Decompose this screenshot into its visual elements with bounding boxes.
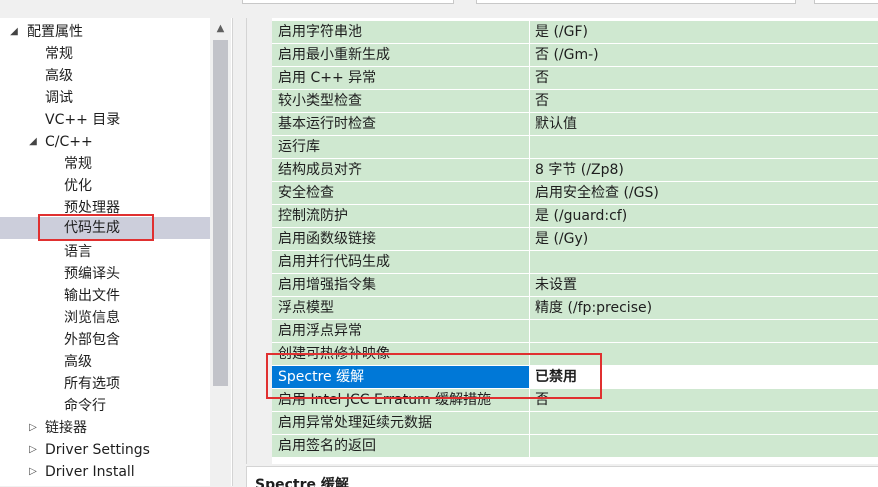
scrollbar-thumb[interactable] xyxy=(213,40,228,386)
property-row[interactable]: 启用 C++ 异常否 xyxy=(272,67,878,90)
tree-item-cpp-general[interactable]: 常规 xyxy=(0,153,210,175)
tree-item-output-files[interactable]: 输出文件 xyxy=(0,285,210,307)
property-row[interactable]: 结构成员对齐 8 字节 (/Zp8) xyxy=(272,159,878,182)
scroll-up-icon[interactable]: ▲ xyxy=(210,20,231,38)
property-row[interactable]: 运行库 xyxy=(272,136,878,159)
collapsed-arrow-icon[interactable]: ▷ xyxy=(27,439,39,461)
tree-item-driver-settings[interactable]: ▷ Driver Settings xyxy=(0,439,210,461)
tree-item-config-properties[interactable]: ◢ 配置属性 xyxy=(0,21,210,43)
tree-item-linker[interactable]: ▷ 链接器 xyxy=(0,417,210,439)
tree-item-precompiled-headers[interactable]: 预编译头 xyxy=(0,263,210,285)
property-row[interactable]: 浮点模型 精度 (/fp:precise) xyxy=(272,297,878,320)
tree-item-preprocessor[interactable]: 预处理器 xyxy=(0,197,210,219)
collapsed-arrow-icon[interactable]: ▷ xyxy=(27,417,39,439)
description-title: Spectre 缓解 xyxy=(255,477,349,487)
top-strip xyxy=(0,0,878,18)
tree-item-optimization[interactable]: 优化 xyxy=(0,175,210,197)
tree-scrollbar[interactable]: ▲ xyxy=(210,18,231,486)
property-row[interactable]: 启用字符串池是 (/GF) xyxy=(272,21,878,44)
property-row[interactable]: 启用增强指令集 未设置 xyxy=(272,274,878,297)
expanded-arrow-icon[interactable]: ◢ xyxy=(27,131,39,153)
tree-item-language[interactable]: 语言 xyxy=(0,241,210,263)
tree-item-command-line[interactable]: 命令行 xyxy=(0,395,210,417)
property-row[interactable]: 启用 Intel JCC Erratum 缓解措施否 xyxy=(272,389,878,412)
config-dropdown[interactable] xyxy=(242,0,454,4)
collapsed-arrow-icon[interactable]: ▷ xyxy=(27,461,39,483)
property-row[interactable]: 启用浮点异常 xyxy=(272,320,878,343)
tree-item-debugging[interactable]: 调试 xyxy=(0,87,210,109)
tree-item-vc-directories[interactable]: VC++ 目录 xyxy=(0,109,210,131)
tree-item-advanced[interactable]: 高级 xyxy=(0,65,210,87)
tree-item-driver-install[interactable]: ▷ Driver Install xyxy=(0,461,210,483)
tree-item-all-options[interactable]: 所有选项 xyxy=(0,373,210,395)
property-row[interactable]: 启用函数级链接是 (/Gy) xyxy=(272,228,878,251)
tree-item-browse-information[interactable]: 浏览信息 xyxy=(0,307,210,329)
property-row[interactable]: 较小类型检查否 xyxy=(272,90,878,113)
property-row[interactable]: 启用异常处理延续元数据 xyxy=(272,412,878,435)
expanded-arrow-icon[interactable]: ◢ xyxy=(8,21,20,43)
grid-gutter xyxy=(247,18,272,464)
tree-item-cpp-advanced[interactable]: 高级 xyxy=(0,351,210,373)
property-row[interactable]: 启用签名的返回 xyxy=(272,435,878,458)
property-row[interactable]: 启用并行代码生成 xyxy=(272,251,878,274)
property-grid: 启用字符串池是 (/GF) 启用最小重新生成否 (/Gm-) 启用 C++ 异常… xyxy=(246,18,878,464)
property-row[interactable]: 创建可热修补映像 xyxy=(272,343,878,366)
platform-dropdown[interactable] xyxy=(476,0,796,4)
property-row[interactable]: 启用最小重新生成否 (/Gm-) xyxy=(272,44,878,67)
property-row[interactable]: 安全检查 启用安全检查 (/GS) xyxy=(272,182,878,205)
property-tree: ◢ 配置属性 常规 高级 调试 VC++ 目录 ◢ C/C++ 常规 优化 预处理器… xyxy=(0,18,233,486)
tree-item-code-generation[interactable]: 代码生成 xyxy=(0,217,210,239)
tree-item-general[interactable]: 常规 xyxy=(0,43,210,65)
tree-item-c-cpp[interactable]: ◢ C/C++ xyxy=(0,131,210,153)
property-row-spectre-mitigation[interactable]: Spectre 缓解 已禁用 xyxy=(272,366,878,389)
description-panel: Spectre 缓解 xyxy=(246,466,878,487)
config-manager-button[interactable] xyxy=(814,0,878,4)
property-row[interactable]: 控制流防护是 (/guard:cf) xyxy=(272,205,878,228)
tree-item-external-includes[interactable]: 外部包含 xyxy=(0,329,210,351)
property-row[interactable]: 基本运行时检查 默认值 xyxy=(272,113,878,136)
